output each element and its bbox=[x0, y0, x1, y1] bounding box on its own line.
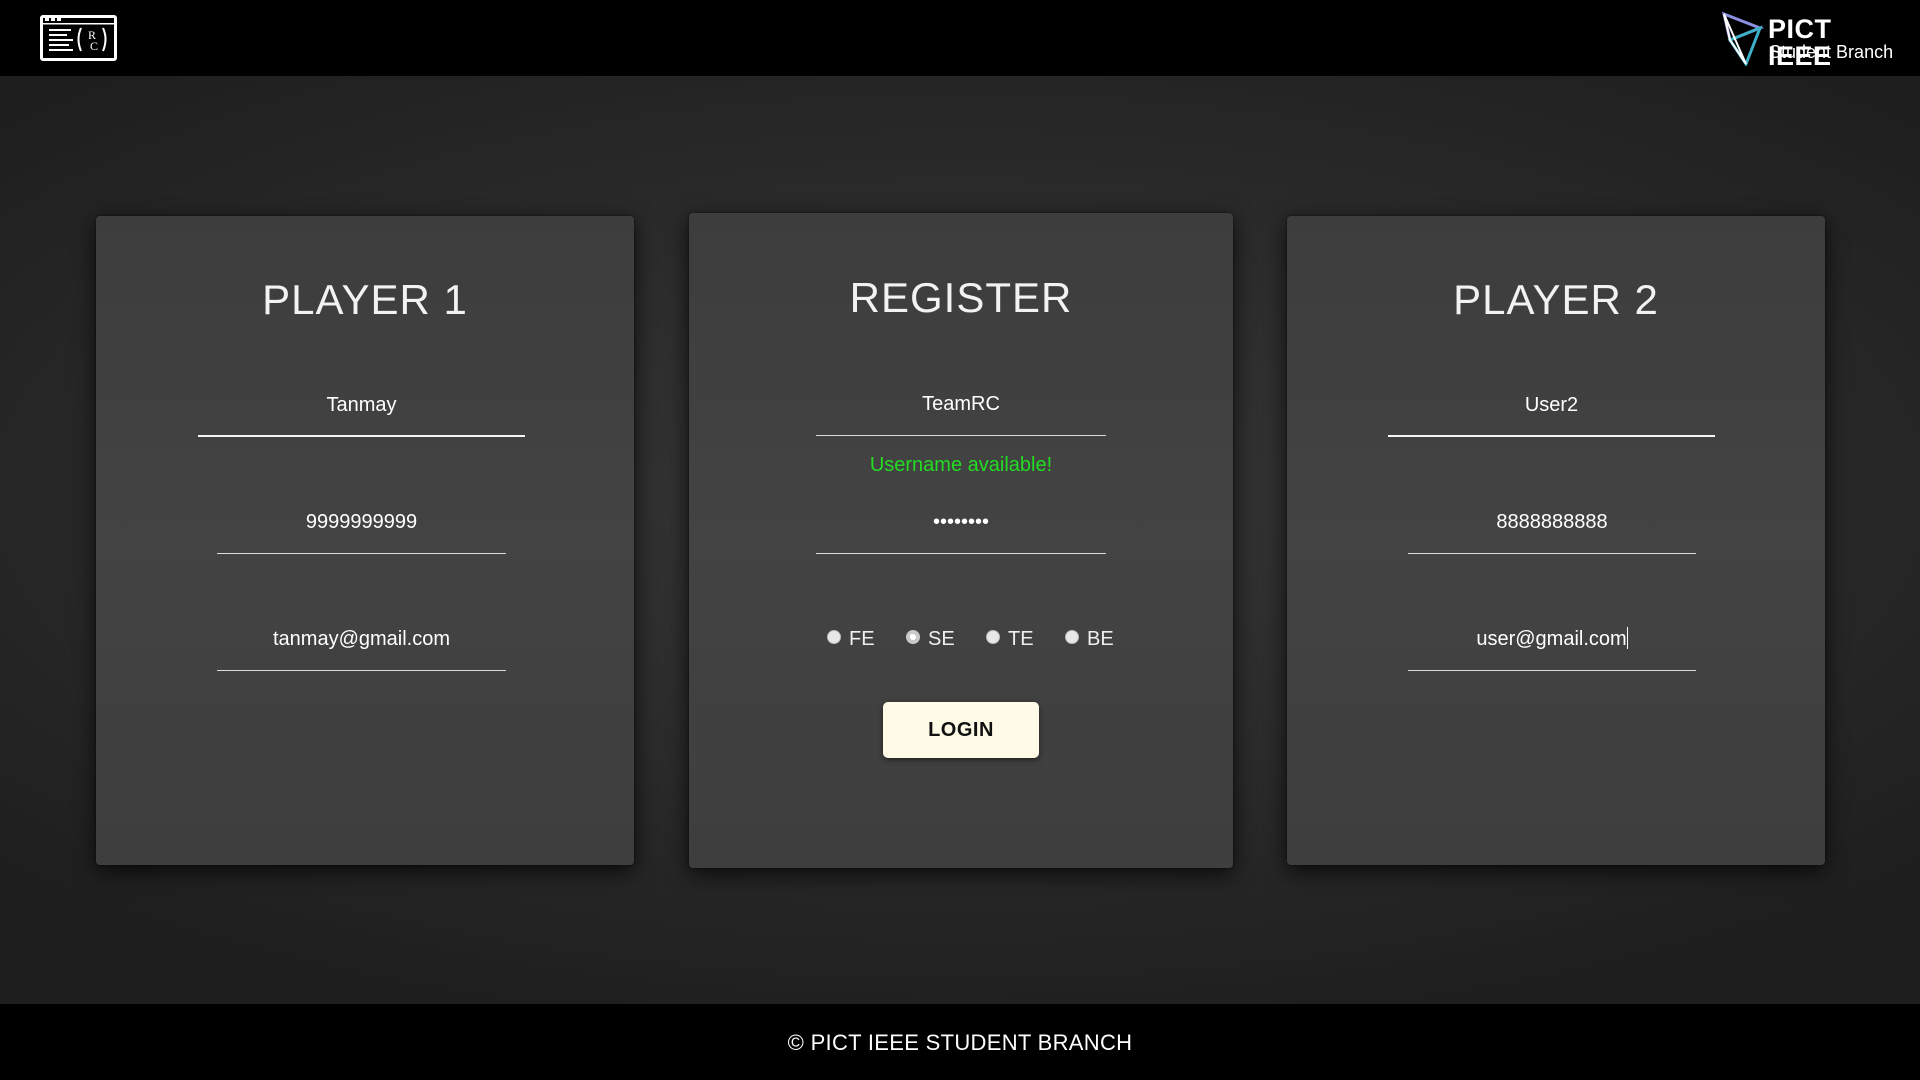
player1-phone-value: 9999999999 bbox=[305, 511, 418, 533]
footer-copyright: © PICT IEEE STUDENT BRANCH bbox=[787, 1030, 1133, 1055]
username-value: TeamRC bbox=[922, 393, 1000, 415]
player1-email-value: tanmay@gmail.com bbox=[272, 628, 451, 650]
pict-ieee-logo[interactable]: PICT IEEE Student Branch bbox=[1720, 10, 1900, 70]
player2-name-value: User2 bbox=[1524, 394, 1579, 416]
player2-title: PLAYER 2 bbox=[1453, 276, 1659, 323]
radio-fe-label: FE bbox=[849, 628, 875, 650]
password-input[interactable]: •••••••• bbox=[816, 510, 1106, 554]
player1-email-input[interactable]: tanmay@gmail.com bbox=[217, 627, 506, 671]
text-caret bbox=[1626, 627, 1628, 649]
player1-card: PLAYER 1 Tanmay 9999999999 tanmay@gmail.… bbox=[96, 216, 634, 865]
main-area: PLAYER 1 Tanmay 9999999999 tanmay@gmail.… bbox=[0, 76, 1920, 1004]
player2-email-input[interactable]: user@gmail.com bbox=[1408, 627, 1696, 671]
player2-phone-input[interactable]: 8888888888 bbox=[1408, 510, 1696, 554]
radio-se-dot[interactable] bbox=[906, 630, 920, 644]
radio-be-dot[interactable] bbox=[1065, 630, 1079, 644]
year-radio-group: FE SE TE BE bbox=[689, 626, 1233, 652]
login-button[interactable]: LOGIN bbox=[883, 702, 1039, 758]
radio-be-label: BE bbox=[1087, 628, 1114, 650]
player2-email-value: user@gmail.com bbox=[1476, 628, 1627, 650]
radio-se-label: SE bbox=[928, 628, 955, 650]
ieee-triangle-icon bbox=[1721, 11, 1765, 66]
svg-text:C: C bbox=[90, 39, 98, 53]
password-value: •••••••• bbox=[932, 511, 989, 533]
rc-logo[interactable]: R C bbox=[40, 15, 117, 61]
player1-title: PLAYER 1 bbox=[262, 276, 468, 323]
radio-te-label: TE bbox=[1008, 628, 1034, 650]
register-title: REGISTER bbox=[849, 274, 1073, 321]
player2-card: PLAYER 2 User2 8888888888 user@gmail.com bbox=[1287, 216, 1825, 865]
username-status: Username available! bbox=[869, 454, 1053, 476]
player2-phone-value: 8888888888 bbox=[1496, 511, 1608, 533]
username-input[interactable]: TeamRC bbox=[816, 392, 1106, 436]
radio-te-dot[interactable] bbox=[986, 630, 1000, 644]
rc-terminal-logo-icon: R C bbox=[43, 18, 114, 53]
top-bar: R C PICT IEEE Student Branch bbox=[0, 0, 1920, 76]
player1-phone-input[interactable]: 9999999999 bbox=[217, 510, 506, 554]
footer: © PICT IEEE STUDENT BRANCH bbox=[0, 1004, 1920, 1080]
player2-name-input[interactable]: User2 bbox=[1388, 393, 1715, 437]
register-card: REGISTER TeamRC Username available! ••••… bbox=[689, 213, 1233, 868]
radio-fe-dot[interactable] bbox=[827, 630, 841, 644]
player1-name-input[interactable]: Tanmay bbox=[198, 393, 525, 437]
player1-name-value: Tanmay bbox=[326, 394, 397, 416]
brand-subtitle: Student Branch bbox=[1769, 42, 1894, 62]
